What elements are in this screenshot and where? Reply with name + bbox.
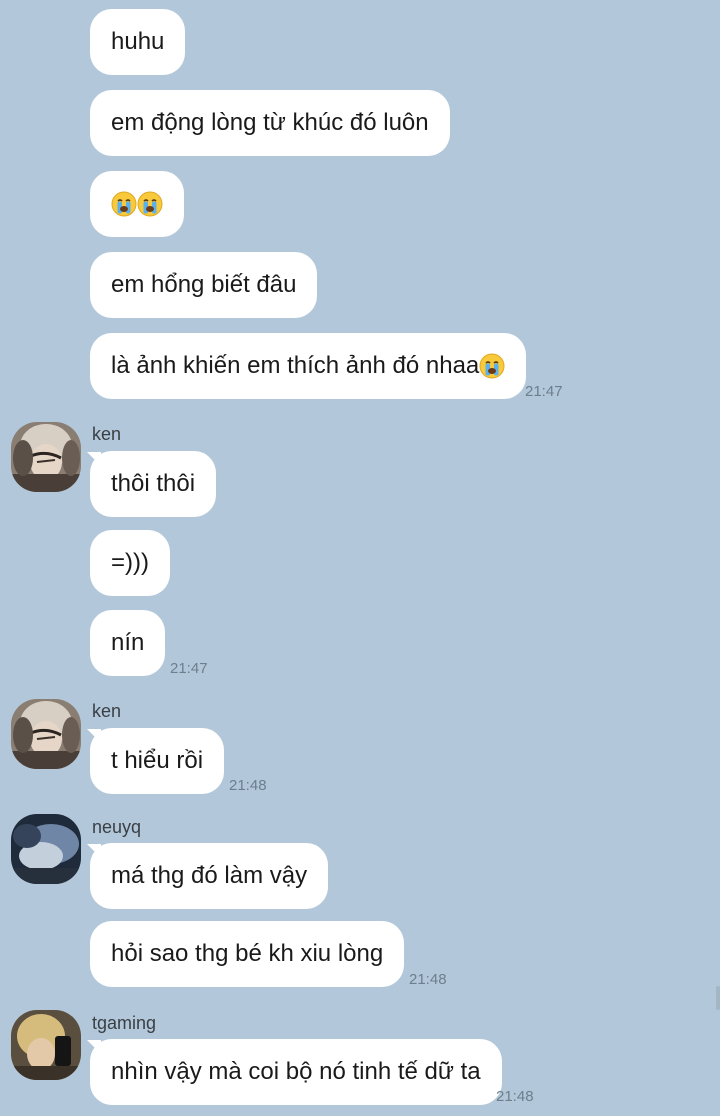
message-bubble[interactable]	[90, 171, 184, 237]
message-text: là ảnh khiến em thích ảnh đó nhaa	[111, 352, 480, 379]
message-bubble[interactable]: huhu	[90, 9, 186, 75]
sender-name: tgaming	[92, 1013, 157, 1033]
message-bubble[interactable]: t hiểu rồi	[90, 728, 225, 794]
message-text: nhìn vậy mà coi bộ nó tinh tế dữ ta	[111, 1058, 481, 1085]
message-timestamp: 21:48	[409, 971, 447, 988]
message-bubble[interactable]: hỏi sao thg bé kh xiu lòng	[90, 921, 405, 987]
message-bubble[interactable]: là ảnh khiến em thích ảnh đó nhaa	[90, 333, 527, 399]
crying-face-emoji-icon	[137, 191, 163, 217]
sender-name: ken	[92, 701, 122, 721]
avatar-ken[interactable]	[11, 699, 81, 769]
message-bubble[interactable]: nín	[90, 610, 166, 676]
message-text: t hiểu rồi	[111, 747, 204, 774]
sender-name: neuyq	[92, 817, 142, 837]
message-bubble[interactable]: em động lòng từ khúc đó luôn	[90, 90, 450, 156]
message-timestamp: 21:48	[496, 1088, 534, 1105]
message-timestamp: 21:47	[525, 383, 563, 400]
avatar-tgaming[interactable]	[11, 1010, 81, 1080]
message-text: em động lòng từ khúc đó luôn	[111, 109, 429, 136]
sender-name: ken	[92, 424, 122, 444]
avatar-neuyq[interactable]	[11, 814, 81, 884]
message-bubble[interactable]: nhìn vậy mà coi bộ nó tinh tế dữ ta	[90, 1039, 502, 1105]
message-timestamp: 21:47	[170, 660, 208, 677]
message-text: má thg đó làm vậy	[111, 862, 308, 889]
message-text: hỏi sao thg bé kh xiu lòng	[111, 940, 384, 967]
crying-face-emoji-icon	[111, 191, 137, 217]
scrollbar-thumb[interactable]	[716, 986, 720, 1010]
message-text: thôi thôi	[111, 470, 196, 497]
message-bubble[interactable]: =)))	[90, 530, 170, 596]
message-bubble[interactable]: em hổng biết đâu	[90, 252, 318, 318]
message-text: =)))	[111, 549, 149, 576]
chat-view[interactable]: huhu em động lòng từ khúc đó luôn em hổn…	[0, 0, 720, 1116]
crying-face-emoji-icon	[479, 353, 505, 379]
message-text: em hổng biết đâu	[111, 271, 297, 298]
message-bubble[interactable]: má thg đó làm vậy	[90, 843, 329, 909]
message-text: nín	[111, 629, 145, 656]
avatar-ken[interactable]	[11, 422, 81, 492]
message-bubble[interactable]: thôi thôi	[90, 451, 217, 517]
message-text: huhu	[111, 28, 165, 55]
message-timestamp: 21:48	[229, 777, 267, 794]
